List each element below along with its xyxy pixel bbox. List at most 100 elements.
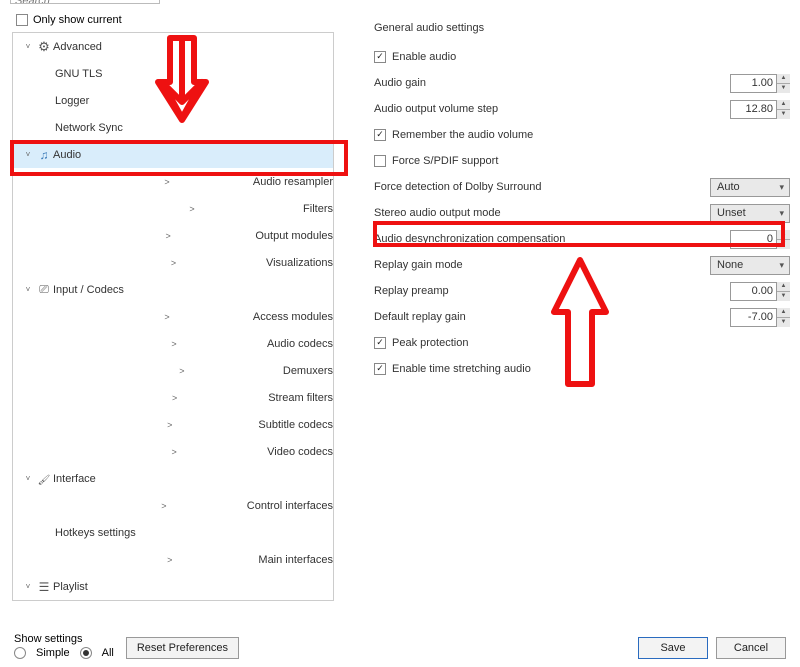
- tree-caret-icon[interactable]: [41, 420, 258, 430]
- tree-item-playlist[interactable]: Playlist: [13, 573, 333, 600]
- tree-caret-icon[interactable]: [41, 555, 258, 565]
- radio-simple[interactable]: [14, 647, 26, 659]
- tree-item-control-interfaces[interactable]: Control interfaces: [13, 492, 333, 519]
- radio-all[interactable]: [80, 647, 92, 659]
- tree-item-hotkeys-settings[interactable]: Hotkeys settings: [13, 519, 333, 546]
- number-input-audio-output-volume-step[interactable]: 12.80▲▼: [730, 100, 790, 119]
- spinner-buttons[interactable]: ▲▼: [776, 74, 790, 93]
- tree-item-logger[interactable]: Logger: [13, 87, 333, 114]
- tree-caret-icon[interactable]: [41, 204, 303, 214]
- tree-item-label: Demuxers: [283, 365, 333, 377]
- dropdown-value: Auto: [717, 181, 740, 193]
- tree-item-label: Control interfaces: [247, 500, 333, 512]
- interface-icon: [35, 472, 53, 486]
- tree-item-stream-filters[interactable]: Stream filters: [13, 384, 333, 411]
- dropdown-stereo-audio-output-mode[interactable]: Unset: [710, 204, 790, 223]
- settings-heading: General audio settings: [374, 22, 792, 34]
- dropdown-replay-gain-mode[interactable]: None: [710, 256, 790, 275]
- tree-item-filters[interactable]: Filters: [13, 195, 333, 222]
- tree-caret-icon[interactable]: [41, 231, 255, 241]
- field-enable-time-stretching-audio: Enable time stretching audio: [374, 356, 792, 382]
- field-label: Force detection of Dolby Surround: [374, 181, 542, 193]
- settings-tree-scroll[interactable]: Advanced GNU TLS Logger Network Sync Audio Au…: [13, 33, 333, 600]
- tree-item-audio-resampler[interactable]: Audio resampler: [13, 168, 333, 195]
- dropdown-force-detection-of-dolby-surround[interactable]: Auto: [710, 178, 790, 197]
- tree-item-label: Audio codecs: [267, 338, 333, 350]
- tree-item-label: Audio: [53, 149, 81, 161]
- tree-item-output-modules[interactable]: Output modules: [13, 222, 333, 249]
- field-label: Replay gain mode: [374, 259, 463, 271]
- tree-item-demuxers[interactable]: Demuxers: [13, 357, 333, 384]
- tree-caret-icon[interactable]: [41, 501, 247, 511]
- tree-item-video-codecs[interactable]: Video codecs: [13, 438, 333, 465]
- tree-item-label: Network Sync: [55, 122, 123, 134]
- tree-caret-icon[interactable]: [21, 582, 35, 591]
- checkbox-force-s-pdif-support[interactable]: [374, 155, 386, 167]
- tree-item-label: Filters: [303, 203, 333, 215]
- field-label: Audio desynchronization compensation: [374, 233, 565, 245]
- tree-item-interface[interactable]: Interface: [13, 465, 333, 492]
- tree-item-advanced[interactable]: Advanced: [13, 33, 333, 60]
- search-input[interactable]: Search: [10, 0, 160, 4]
- spinner-buttons[interactable]: ▲▼: [776, 308, 790, 327]
- number-input-replay-preamp[interactable]: 0.00▲▼: [730, 282, 790, 301]
- show-settings-title: Show settings: [14, 633, 114, 645]
- codecs-icon: [35, 282, 53, 297]
- tree-item-input-codecs[interactable]: Input / Codecs: [13, 276, 333, 303]
- tree-item-main-interfaces[interactable]: Main interfaces: [13, 546, 333, 573]
- save-button[interactable]: Save: [638, 637, 708, 659]
- tree-caret-icon[interactable]: [21, 150, 35, 159]
- settings-panel: General audio settings Enable audioAudio…: [334, 32, 792, 601]
- tree-caret-icon[interactable]: [41, 447, 267, 457]
- number-input-audio-gain[interactable]: 1.00▲▼: [730, 74, 790, 93]
- tree-item-label: Stream filters: [268, 392, 333, 404]
- checkbox-remember-the-audio-volume[interactable]: [374, 129, 386, 141]
- tree-item-label: Output modules: [255, 230, 333, 242]
- tree-caret-icon[interactable]: [21, 42, 35, 51]
- tree-item-label: Video codecs: [267, 446, 333, 458]
- tree-item-label: Visualizations: [266, 257, 333, 269]
- field-label: Stereo audio output mode: [374, 207, 501, 219]
- tree-item-gnu-tls[interactable]: GNU TLS: [13, 60, 333, 87]
- cancel-button[interactable]: Cancel: [716, 637, 786, 659]
- tree-item-access-modules[interactable]: Access modules: [13, 303, 333, 330]
- tree-caret-icon[interactable]: [41, 366, 283, 376]
- tree-caret-icon[interactable]: [21, 285, 35, 294]
- field-label: Replay preamp: [374, 285, 449, 297]
- tree-caret-icon[interactable]: [41, 339, 267, 349]
- tree-item-label: Subtitle codecs: [258, 419, 333, 431]
- field-stereo-audio-output-mode: Stereo audio output mode Unset: [374, 200, 792, 226]
- checkbox-enable-time-stretching-audio[interactable]: [374, 363, 386, 375]
- tree-caret-icon[interactable]: [41, 177, 253, 187]
- number-input-audio-desynchronization-compensation[interactable]: 0▲▼: [730, 230, 790, 249]
- field-default-replay-gain: Default replay gain-7.00▲▼: [374, 304, 792, 330]
- tree-item-label: Main interfaces: [258, 554, 333, 566]
- tree-item-network-sync[interactable]: Network Sync: [13, 114, 333, 141]
- spinner-buttons[interactable]: ▲▼: [776, 230, 790, 249]
- checkbox-peak-protection[interactable]: [374, 337, 386, 349]
- show-settings-group: Show settings Simple All: [14, 633, 114, 659]
- tree-caret-icon[interactable]: [41, 393, 268, 403]
- spinner-buttons[interactable]: ▲▼: [776, 100, 790, 119]
- tree-item-label: GNU TLS: [55, 68, 102, 80]
- tree-item-audio[interactable]: Audio: [13, 141, 333, 168]
- field-label: Force S/PDIF support: [392, 155, 498, 167]
- playlist-icon: [35, 580, 53, 594]
- tree-item-audio-codecs[interactable]: Audio codecs: [13, 330, 333, 357]
- only-show-current-checkbox[interactable]: [16, 14, 28, 26]
- field-label: Remember the audio volume: [392, 129, 533, 141]
- field-audio-desynchronization-compensation: Audio desynchronization compensation 0▲▼: [374, 226, 792, 252]
- tree-caret-icon[interactable]: [21, 474, 35, 483]
- spinner-buttons[interactable]: ▲▼: [776, 282, 790, 301]
- checkbox-enable-audio[interactable]: [374, 51, 386, 63]
- reset-preferences-button[interactable]: Reset Preferences: [126, 637, 239, 659]
- audio-icon: [35, 148, 53, 162]
- tree-item-visualizations[interactable]: Visualizations: [13, 249, 333, 276]
- dropdown-value: Unset: [717, 207, 746, 219]
- tree-caret-icon[interactable]: [41, 258, 266, 268]
- tree-item-label: Advanced: [53, 41, 102, 53]
- gear-icon: [35, 39, 53, 55]
- tree-item-subtitle-codecs[interactable]: Subtitle codecs: [13, 411, 333, 438]
- number-input-default-replay-gain[interactable]: -7.00▲▼: [730, 308, 790, 327]
- tree-caret-icon[interactable]: [41, 312, 253, 322]
